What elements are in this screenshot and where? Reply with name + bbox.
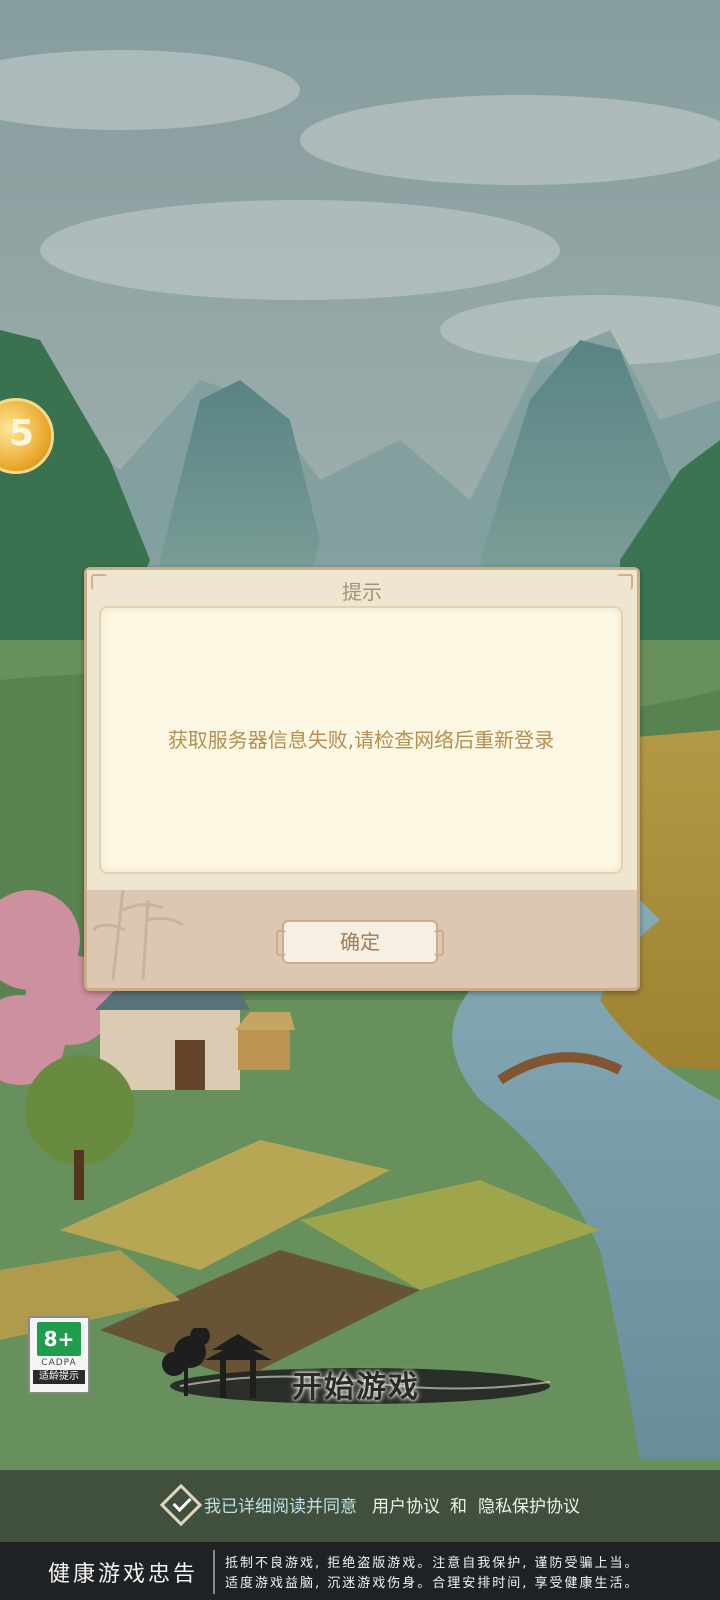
bamboo-decoration	[93, 890, 184, 980]
user-agreement-link[interactable]: 用户协议	[372, 1492, 440, 1517]
dialog-message: 获取服务器信息失败,请检查网络后重新登录	[167, 728, 555, 752]
agreement-text: 我已详细阅读并同意	[204, 1497, 357, 1517]
start-game-label: 开始游戏	[292, 1370, 420, 1405]
health-notice-line: 适度游戏益脑, 沉迷游戏伤身。合理安排时间, 享受健康生活。	[225, 1576, 640, 1591]
health-notice-title: 健康游戏忠告	[48, 1562, 199, 1587]
dialog-title: 提示	[342, 580, 382, 604]
confirm-button[interactable]: 确定	[276, 920, 444, 964]
age-rating-org: CADPA	[41, 1358, 77, 1368]
age-rating-tip: 适龄提示	[33, 1370, 85, 1384]
age-rating-value: 8+	[37, 1322, 81, 1356]
checkbox-icon[interactable]	[159, 1483, 203, 1527]
start-game-button[interactable]: 开始游戏	[160, 1326, 560, 1438]
health-notice: 健康游戏忠告 抵制不良游戏, 拒绝盗版游戏。注意自我保护, 谨防受骗上当。 适度…	[0, 1542, 720, 1600]
alert-dialog: 提示 获取服务器信息失败,请检查网络后重新登录 确定	[84, 567, 640, 991]
health-notice-line: 抵制不良游戏, 拒绝盗版游戏。注意自我保护, 谨防受骗上当。	[225, 1556, 640, 1571]
dialog-body: 获取服务器信息失败,请检查网络后重新登录	[99, 606, 623, 874]
agreement-and: 和	[450, 1497, 467, 1517]
agreement-bar: 我已详细阅读并同意 用户协议 和 隐私保护协议	[0, 1470, 720, 1542]
age-rating-badge[interactable]: 8+ CADPA 适龄提示	[28, 1316, 90, 1394]
privacy-agreement-link[interactable]: 隐私保护协议	[478, 1492, 580, 1517]
divider	[213, 1550, 215, 1594]
